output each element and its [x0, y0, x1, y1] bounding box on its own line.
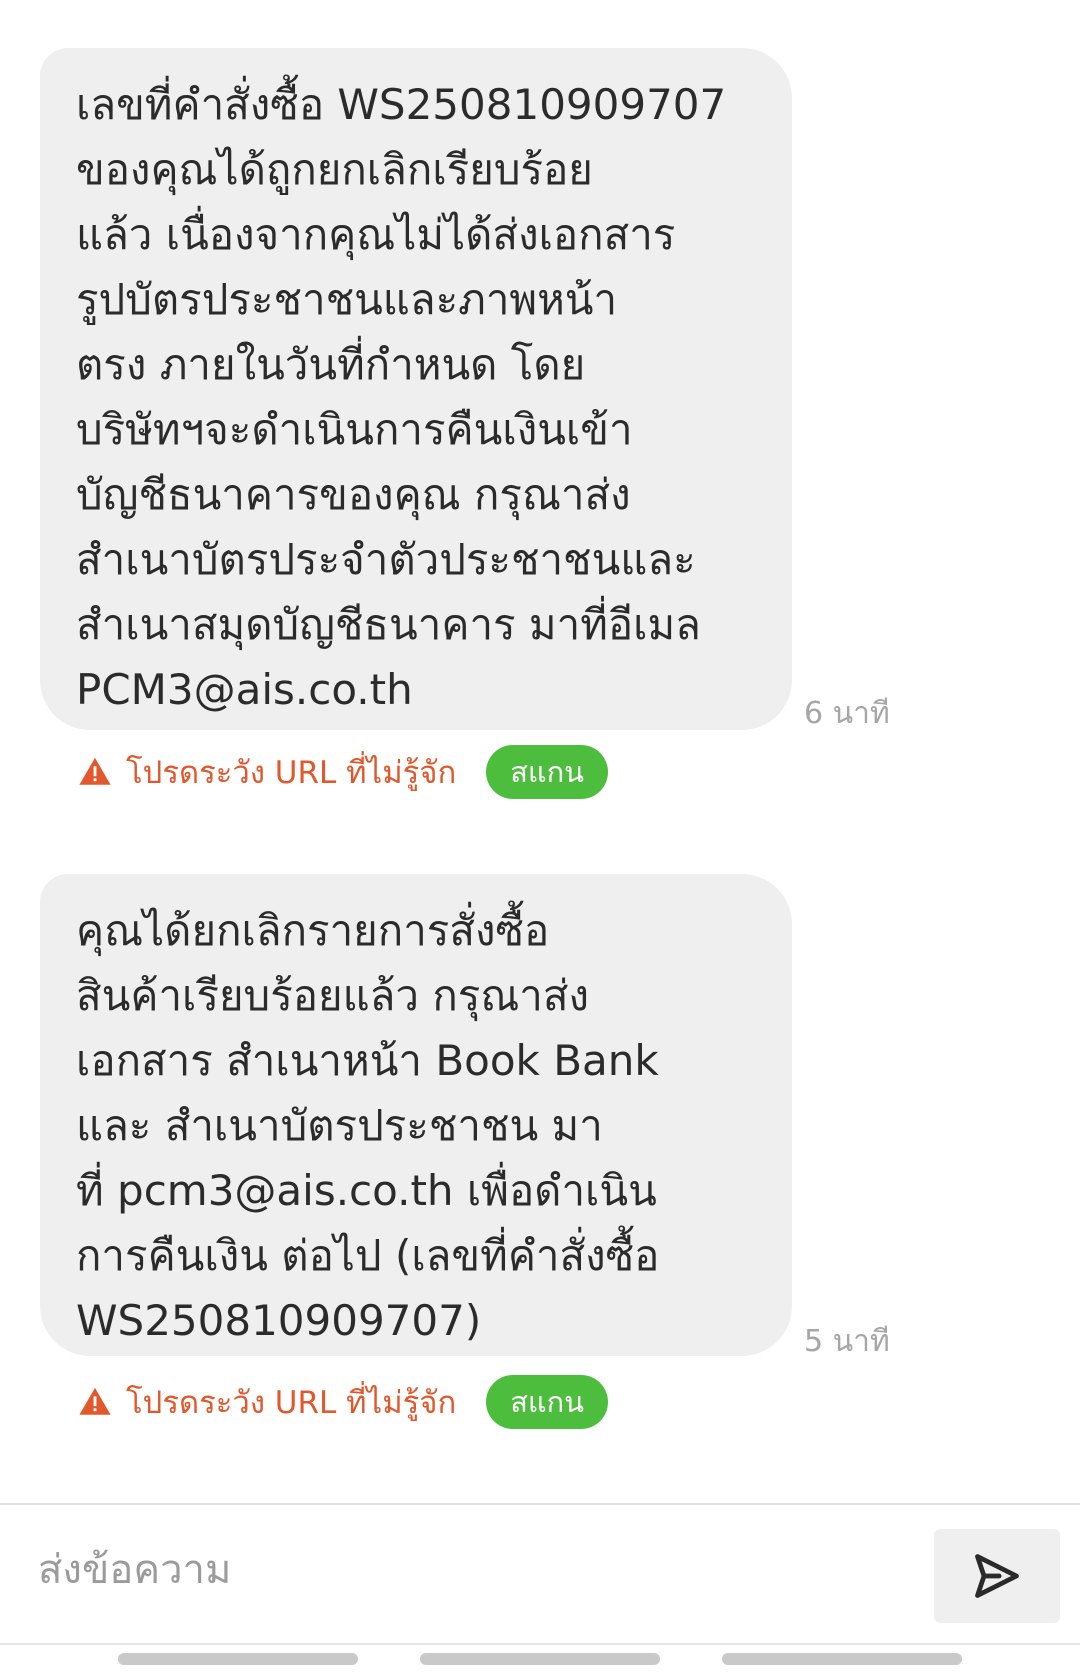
scan-button[interactable]: สแกน: [486, 1375, 608, 1429]
nav-handle: [420, 1653, 660, 1665]
send-arrow-icon: [975, 1554, 1019, 1598]
nav-handle: [722, 1653, 962, 1665]
url-warning-row: โปรดระวัง URL ที่ไม่รู้จัก สแกน: [78, 744, 608, 800]
message-timestamp: 6 นาที: [804, 696, 890, 731]
url-warning-text: โปรดระวัง URL ที่ไม่รู้จัก: [126, 1385, 457, 1421]
warning-triangle-icon: [79, 1387, 111, 1415]
url-warning-row: โปรดระวัง URL ที่ไม่รู้จัก สแกน: [78, 1374, 608, 1430]
url-warning-text: โปรดระวัง URL ที่ไม่รู้จัก: [126, 755, 457, 791]
scan-button[interactable]: สแกน: [486, 745, 608, 799]
message-input[interactable]: [38, 1547, 898, 1593]
message-timestamp: 5 นาที: [804, 1324, 890, 1359]
message-composer: [0, 1503, 1080, 1645]
message-thread: เลขที่คำสั่งซื้อ WS250810909707 ของคุณได…: [0, 0, 1080, 1500]
warning-triangle-icon: [79, 757, 111, 785]
send-button[interactable]: [934, 1529, 1060, 1623]
nav-handle: [118, 1653, 358, 1665]
message-bubble[interactable]: เลขที่คำสั่งซื้อ WS250810909707 ของคุณได…: [40, 48, 792, 730]
message-bubble[interactable]: คุณได้ยกเลิกรายการสั่งซื้อ สินค้าเรียบร้…: [40, 874, 792, 1356]
divider: [0, 1643, 1080, 1645]
